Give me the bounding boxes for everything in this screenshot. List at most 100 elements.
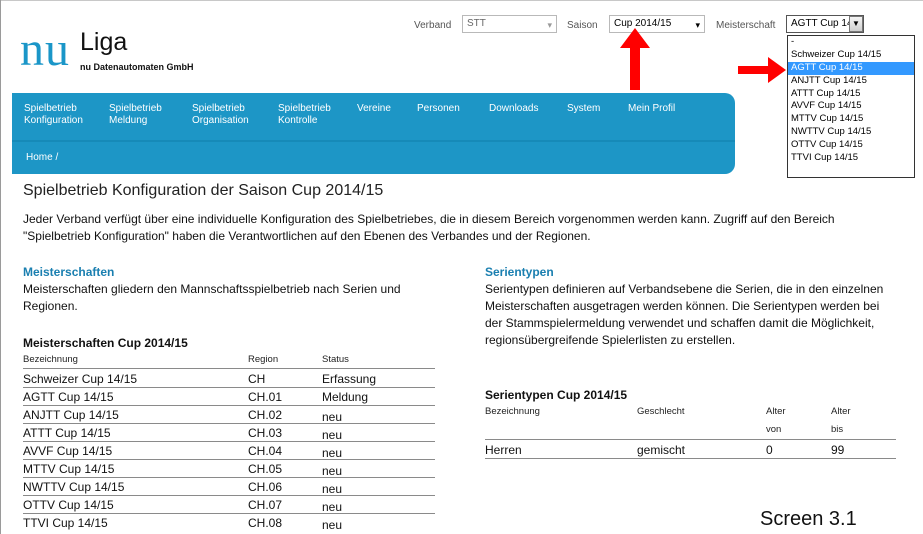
meisterschaft-value: AGTT Cup 14, <box>791 18 856 29</box>
cell-bezeichnung: MTTV Cup 14/15 <box>23 462 115 476</box>
arrow-right-icon <box>738 57 786 83</box>
dropdown-option[interactable]: Schweizer Cup 14/15 <box>788 49 914 62</box>
meisterschaften-heading[interactable]: Meisterschaften <box>23 265 114 279</box>
nav-label: Organisation <box>192 115 249 126</box>
main-nav: Spielbetrieb Konfiguration Spielbetrieb … <box>12 93 735 174</box>
column-header: Alter <box>766 406 786 417</box>
cell-bezeichnung: TTVI Cup 14/15 <box>23 516 108 530</box>
column-subheader: bis <box>831 424 844 435</box>
nav-label: Spielbetrieb <box>192 103 245 114</box>
nav-item-spielbetrieb-organisation[interactable]: Spielbetrieb Organisation <box>192 103 249 127</box>
serientypen-heading[interactable]: Serientypen <box>485 265 554 279</box>
chevron-down-icon: ▼ <box>852 19 860 28</box>
column-subheader: von <box>766 424 782 435</box>
nav-label: Personen <box>417 103 460 114</box>
screen-caption: Screen 3.1 <box>760 508 857 530</box>
page-title: Spielbetrieb Konfiguration der Saison Cu… <box>23 182 384 199</box>
meisterschaften-table-title: Meisterschaften Cup 2014/15 <box>23 336 188 350</box>
dropdown-option-selected[interactable]: AGTT Cup 14/15 <box>788 61 914 75</box>
verband-value: STT <box>467 18 486 29</box>
nav-item-spielbetrieb-kontrolle[interactable]: Spielbetrieb Kontrolle <box>278 103 331 127</box>
cell-bezeichnung: AVVF Cup 14/15 <box>23 444 113 458</box>
nav-divider <box>12 140 735 142</box>
cell-region: CH.08 <box>248 516 283 530</box>
breadcrumb[interactable]: Home / <box>26 152 58 163</box>
cell-status: neu <box>322 446 343 460</box>
cell-region: CH.01 <box>248 390 283 404</box>
cell-bezeichnung: Herren <box>485 443 522 457</box>
dropdown-option[interactable]: ATTT Cup 14/15 <box>788 88 914 101</box>
cell-bezeichnung: ATTT Cup 14/15 <box>23 426 111 440</box>
nav-item-spielbetrieb-meldung[interactable]: Spielbetrieb Meldung <box>109 103 162 127</box>
cell-status: neu <box>322 482 343 496</box>
dropdown-option[interactable]: ANJTT Cup 14/15 <box>788 75 914 88</box>
column-header: Region <box>248 354 279 365</box>
nav-label: Spielbetrieb <box>109 103 162 114</box>
table-divider <box>485 439 896 440</box>
column-header: Status <box>322 354 349 365</box>
cell-status: Erfassung <box>322 372 377 386</box>
table-divider <box>23 459 435 460</box>
cell-alter-von: 0 <box>766 443 773 457</box>
page-intro: Jeder Verband verfügt über eine individu… <box>23 212 835 243</box>
serientypen-table-title: Serientypen Cup 2014/15 <box>485 388 628 402</box>
nav-item-mein-profil[interactable]: Mein Profil <box>628 103 675 115</box>
column-header: Bezeichnung <box>23 354 78 365</box>
meisterschaft-dropdown-list[interactable]: - Schweizer Cup 14/15 AGTT Cup 14/15 ANJ… <box>787 35 915 178</box>
nav-label: System <box>567 103 601 114</box>
cell-region: CH.04 <box>248 444 283 458</box>
cell-geschlecht: gemischt <box>637 443 686 457</box>
meisterschaften-description: Meisterschaften gliedern den Mannschafts… <box>23 282 401 313</box>
chevron-down-icon: ▾ <box>695 20 700 30</box>
nav-item-personen[interactable]: Personen <box>417 103 460 115</box>
nav-item-vereine[interactable]: Vereine <box>357 103 391 115</box>
table-divider <box>485 458 896 459</box>
cell-bezeichnung: ANJTT Cup 14/15 <box>23 408 119 422</box>
dropdown-option[interactable]: AVVF Cup 14/15 <box>788 100 914 113</box>
table-divider <box>23 423 435 424</box>
verband-select[interactable]: STT ▾ <box>462 15 557 33</box>
verband-label: Verband <box>414 20 452 31</box>
table-divider <box>23 495 435 496</box>
dropdown-option[interactable]: NWTTV Cup 14/15 <box>788 126 914 139</box>
cell-bezeichnung: NWTTV Cup 14/15 <box>23 480 125 494</box>
cell-status: neu <box>322 518 343 532</box>
nav-label: Vereine <box>357 103 391 114</box>
nav-row: Spielbetrieb Konfiguration Spielbetrieb … <box>12 93 735 140</box>
table-divider <box>23 441 435 442</box>
cell-status: neu <box>322 464 343 478</box>
dropdown-option[interactable]: TTVI Cup 14/15 <box>788 152 914 165</box>
column-header: Geschlecht <box>637 406 685 417</box>
nav-label: Kontrolle <box>278 115 318 126</box>
saison-label: Saison <box>567 20 598 31</box>
dropdown-option[interactable]: OTTV Cup 14/15 <box>788 139 914 152</box>
dropdown-option[interactable]: MTTV Cup 14/15 <box>788 113 914 126</box>
column-header: Bezeichnung <box>485 406 540 417</box>
top-border <box>0 0 923 1</box>
cell-status: neu <box>322 410 343 424</box>
dropdown-toggle-button[interactable]: ▼ <box>849 16 863 32</box>
cell-bezeichnung: AGTT Cup 14/15 <box>23 390 114 404</box>
nav-label: Meldung <box>109 115 148 126</box>
nav-label: Spielbetrieb <box>278 103 331 114</box>
column-header: Alter <box>831 406 851 417</box>
cell-bezeichnung: OTTV Cup 14/15 <box>23 498 114 512</box>
cell-region: CH.03 <box>248 426 283 440</box>
nav-label: Spielbetrieb <box>24 103 77 114</box>
serientypen-description: Serientypen definieren auf Verbandsebene… <box>485 282 884 347</box>
table-divider <box>23 477 435 478</box>
cell-region: CH.05 <box>248 462 283 476</box>
nav-item-system[interactable]: System <box>567 103 600 115</box>
cell-status: Meldung <box>322 390 369 404</box>
nav-item-spielbetrieb-konfiguration[interactable]: Spielbetrieb Konfiguration <box>24 103 83 127</box>
cell-status: neu <box>322 500 343 514</box>
cell-region: CH <box>248 372 266 386</box>
nav-item-downloads[interactable]: Downloads <box>489 103 538 115</box>
table-divider <box>23 405 435 406</box>
nav-label: Downloads <box>489 103 539 114</box>
meisterschaft-label: Meisterschaft <box>716 20 776 31</box>
chevron-down-icon: ▾ <box>547 20 552 30</box>
dropdown-option[interactable]: - <box>788 36 914 49</box>
cell-alter-bis: 99 <box>831 443 845 457</box>
cell-bezeichnung: Schweizer Cup 14/15 <box>23 372 138 386</box>
